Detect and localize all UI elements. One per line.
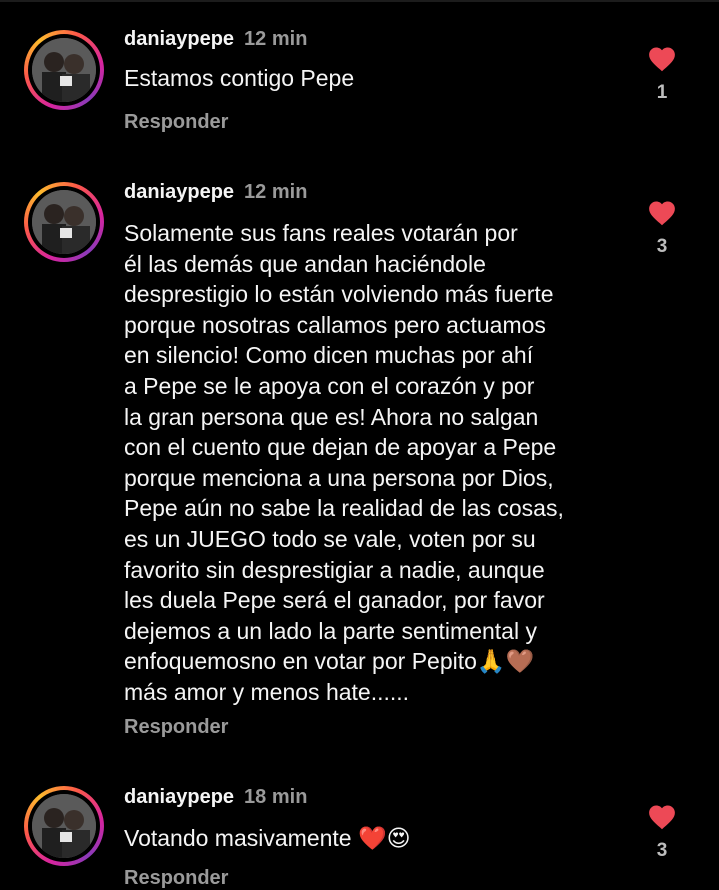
avatar-photo <box>32 190 96 254</box>
avatar[interactable] <box>24 786 104 866</box>
like-count: 1 <box>656 82 668 103</box>
like-button[interactable]: 3 <box>643 199 681 258</box>
heart-icon[interactable] <box>643 45 681 72</box>
comment-meta: daniaypepe 12 min <box>124 180 307 204</box>
heart-icon[interactable] <box>643 803 681 830</box>
username[interactable]: daniaypepe <box>124 786 234 808</box>
heart-icon[interactable] <box>643 199 681 226</box>
reply-button[interactable]: Responder <box>124 866 228 890</box>
avatar[interactable] <box>24 30 104 110</box>
comment-text: Estamos contigo Pepe <box>124 65 355 91</box>
reply-button[interactable]: Responder <box>124 110 228 134</box>
username[interactable]: daniaypepe <box>124 28 234 50</box>
like-count: 3 <box>656 236 668 257</box>
top-divider <box>0 0 719 2</box>
avatar-photo <box>32 38 96 102</box>
comment-meta: daniaypepe 12 min <box>124 27 307 51</box>
reply-button[interactable]: Responder <box>124 715 228 739</box>
timestamp: 12 min <box>244 181 308 203</box>
avatar[interactable] <box>24 182 104 262</box>
timestamp: 12 min <box>244 28 308 50</box>
username[interactable]: daniaypepe <box>124 181 234 203</box>
avatar-photo <box>32 794 96 858</box>
like-button[interactable]: 1 <box>643 45 681 104</box>
comment-text: Solamente sus fans reales votarán por él… <box>124 220 564 705</box>
comment-meta: daniaypepe 18 min <box>124 785 307 809</box>
like-count: 3 <box>656 840 668 861</box>
like-button[interactable]: 3 <box>643 803 681 862</box>
comment-text: Votando masivamente ❤️😍 <box>124 825 411 851</box>
timestamp: 18 min <box>244 786 308 808</box>
